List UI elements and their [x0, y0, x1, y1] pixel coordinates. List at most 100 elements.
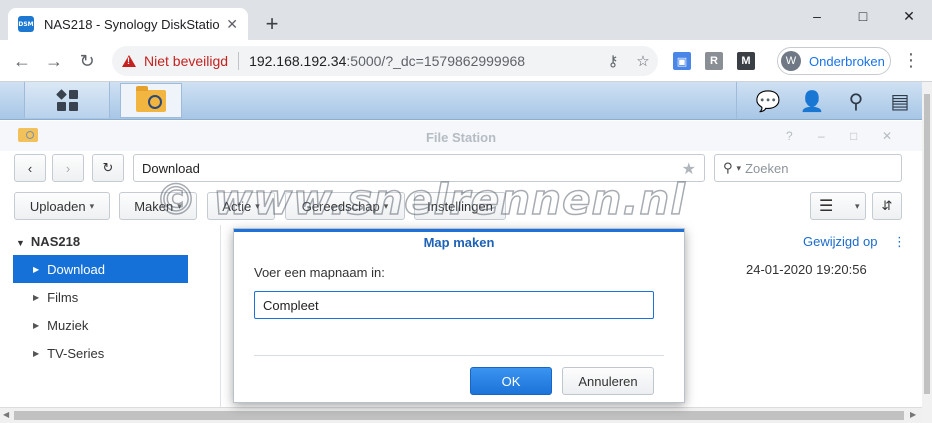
maximize-icon[interactable]: □: [850, 129, 857, 143]
reload-icon: ↻: [102, 160, 114, 175]
search-input[interactable]: ⚲ ▾ Zoeken: [714, 154, 902, 182]
chevron-down-icon: ▾: [89, 200, 95, 211]
chevron-down-icon: ▾: [383, 200, 389, 211]
file-modified-date: 24-01-2020 19:20:56: [746, 262, 867, 277]
column-options-icon[interactable]: ⋮: [893, 234, 906, 250]
address-bar[interactable]: Niet beveiligd 192.168.192.34:5000/?_dc=…: [112, 46, 658, 76]
window-titlebar[interactable]: File Station ? – □ ✕: [0, 121, 922, 151]
help-icon[interactable]: ?: [786, 129, 793, 143]
sidebar-item-label: Download: [47, 261, 105, 277]
profile-status: Onderbroken: [809, 53, 885, 69]
scrollbar-thumb[interactable]: [14, 411, 904, 420]
tools-label: Gereedschap: [301, 198, 380, 214]
url-text[interactable]: 192.168.192.34:5000/?_dc=1579862999968: [249, 53, 598, 69]
list-view-icon: ☰: [819, 198, 834, 215]
window-title: File Station: [425, 130, 497, 145]
scrollbar-thumb[interactable]: [924, 94, 930, 394]
close-icon[interactable]: ✕: [882, 129, 892, 143]
dsm-taskbar: 💬 👤 ⚲ ▤: [0, 82, 922, 120]
dialog-accent-bar: [234, 229, 684, 232]
ok-button[interactable]: OK: [470, 367, 552, 395]
create-label: Maken: [134, 198, 174, 214]
tools-button[interactable]: Gereedschap ▾: [285, 192, 405, 220]
dsm-favicon-icon: DSM: [18, 16, 34, 32]
sidebar-item-label: TV-Series: [47, 345, 105, 361]
url-host: 192.168.192.34: [249, 53, 347, 69]
security-status[interactable]: Niet beveiligd: [144, 53, 228, 69]
search-icon[interactable]: ⚲: [843, 88, 869, 114]
tab-title: NAS218 - Synology DiskStation: [44, 16, 221, 32]
sidebar-item-label: Films: [47, 289, 79, 305]
settings-button[interactable]: Instellingen: [414, 192, 506, 220]
page-scrollbar[interactable]: [922, 82, 932, 423]
back-arrow-icon[interactable]: ←: [10, 49, 34, 73]
collapsed-triangle-icon: ▶: [33, 292, 40, 302]
minimize-icon[interactable]: –: [818, 129, 825, 143]
widgets-icon[interactable]: ▤: [887, 88, 913, 114]
file-station-icon: [136, 85, 166, 112]
chevron-right-icon: ›: [65, 160, 71, 176]
browser-tab[interactable]: DSM NAS218 - Synology DiskStation ✕: [8, 8, 248, 40]
browser-tab-strip: DSM NAS218 - Synology DiskStation ✕ + – …: [0, 0, 932, 40]
favorite-star-icon[interactable]: ★: [682, 159, 696, 179]
divider: [238, 52, 240, 70]
search-placeholder: Zoeken: [745, 160, 789, 176]
minimize-window-button[interactable]: –: [794, 0, 840, 32]
cancel-button[interactable]: Annuleren: [562, 367, 654, 395]
collapsed-triangle-icon: ▶: [33, 264, 40, 274]
collapsed-triangle-icon: ▶: [33, 320, 40, 330]
upload-button[interactable]: Uploaden ▾: [14, 192, 110, 220]
forward-button[interactable]: ›: [52, 154, 84, 182]
expanded-triangle-icon: ▼: [16, 238, 25, 248]
maximize-window-button[interactable]: □: [840, 0, 886, 32]
new-tab-button[interactable]: +: [258, 10, 286, 38]
sidebar-item-muziek[interactable]: ▶ Muziek: [13, 311, 188, 339]
chevron-left-icon: ‹: [27, 160, 33, 176]
avatar: W: [781, 51, 801, 71]
user-icon[interactable]: 👤: [799, 88, 825, 114]
browser-menu-icon[interactable]: ⋮: [902, 50, 920, 71]
sidebar-item-download[interactable]: ▶ Download: [13, 255, 188, 283]
url-path: :5000/?_dc=1579862999968: [346, 53, 526, 69]
extension-r-icon[interactable]: R: [705, 52, 723, 70]
collapsed-triangle-icon: ▶: [33, 348, 40, 358]
warning-icon: [122, 55, 136, 67]
column-header-modified[interactable]: Gewijzigd op: [803, 234, 877, 249]
scroll-left-icon[interactable]: ◀: [3, 410, 9, 419]
sidebar-item-films[interactable]: ▶ Films: [13, 283, 188, 311]
close-window-button[interactable]: ✕: [886, 0, 932, 32]
extension-m-icon[interactable]: M: [737, 52, 755, 70]
folder-name-input[interactable]: [254, 291, 654, 319]
current-path: Download: [142, 160, 200, 176]
create-folder-dialog: Map maken Voer een mapnaam in: OK Annule…: [233, 228, 685, 403]
profile-button[interactable]: W Onderbroken: [777, 47, 891, 75]
extension-translate-icon[interactable]: ▣: [673, 52, 691, 70]
sidebar-item-tv-series[interactable]: ▶ TV-Series: [13, 339, 188, 367]
create-button[interactable]: Maken ▾: [119, 192, 197, 220]
refresh-button[interactable]: ↻: [92, 154, 124, 182]
chat-icon[interactable]: 💬: [755, 88, 781, 114]
tree-root[interactable]: ▼ NAS218: [16, 234, 80, 249]
key-icon[interactable]: ⚷: [598, 52, 628, 70]
sort-button[interactable]: ⇵: [872, 192, 902, 220]
upload-label: Uploaden: [29, 198, 86, 214]
divider: [254, 355, 664, 356]
forward-arrow-icon[interactable]: →: [42, 49, 66, 73]
chevron-down-icon: ▾: [736, 162, 742, 173]
chevron-down-icon: ▾: [855, 200, 860, 211]
main-menu-button[interactable]: [24, 82, 110, 118]
horizontal-scrollbar[interactable]: ◀ ▶: [0, 407, 922, 423]
close-tab-icon[interactable]: ✕: [226, 16, 238, 33]
browser-toolbar: ← → ↻ Niet beveiligd 192.168.192.34:5000…: [0, 40, 932, 82]
reload-icon[interactable]: ↻: [75, 49, 99, 73]
chevron-down-icon: ▾: [177, 200, 182, 211]
path-bar[interactable]: Download ★: [133, 154, 705, 182]
file-station-taskbar-button[interactable]: [120, 83, 182, 118]
view-mode-button[interactable]: ☰ ▾: [810, 192, 866, 220]
dialog-title: Map maken: [423, 235, 495, 250]
bookmark-star-icon[interactable]: ☆: [628, 52, 658, 70]
back-button[interactable]: ‹: [14, 154, 46, 182]
scroll-right-icon[interactable]: ▶: [910, 410, 916, 419]
folder-tree: ▼ NAS218 ▶ Download ▶ Films ▶ Muziek ▶ TV-Ser…: [0, 225, 220, 409]
action-button[interactable]: Actie ▾: [207, 192, 275, 220]
